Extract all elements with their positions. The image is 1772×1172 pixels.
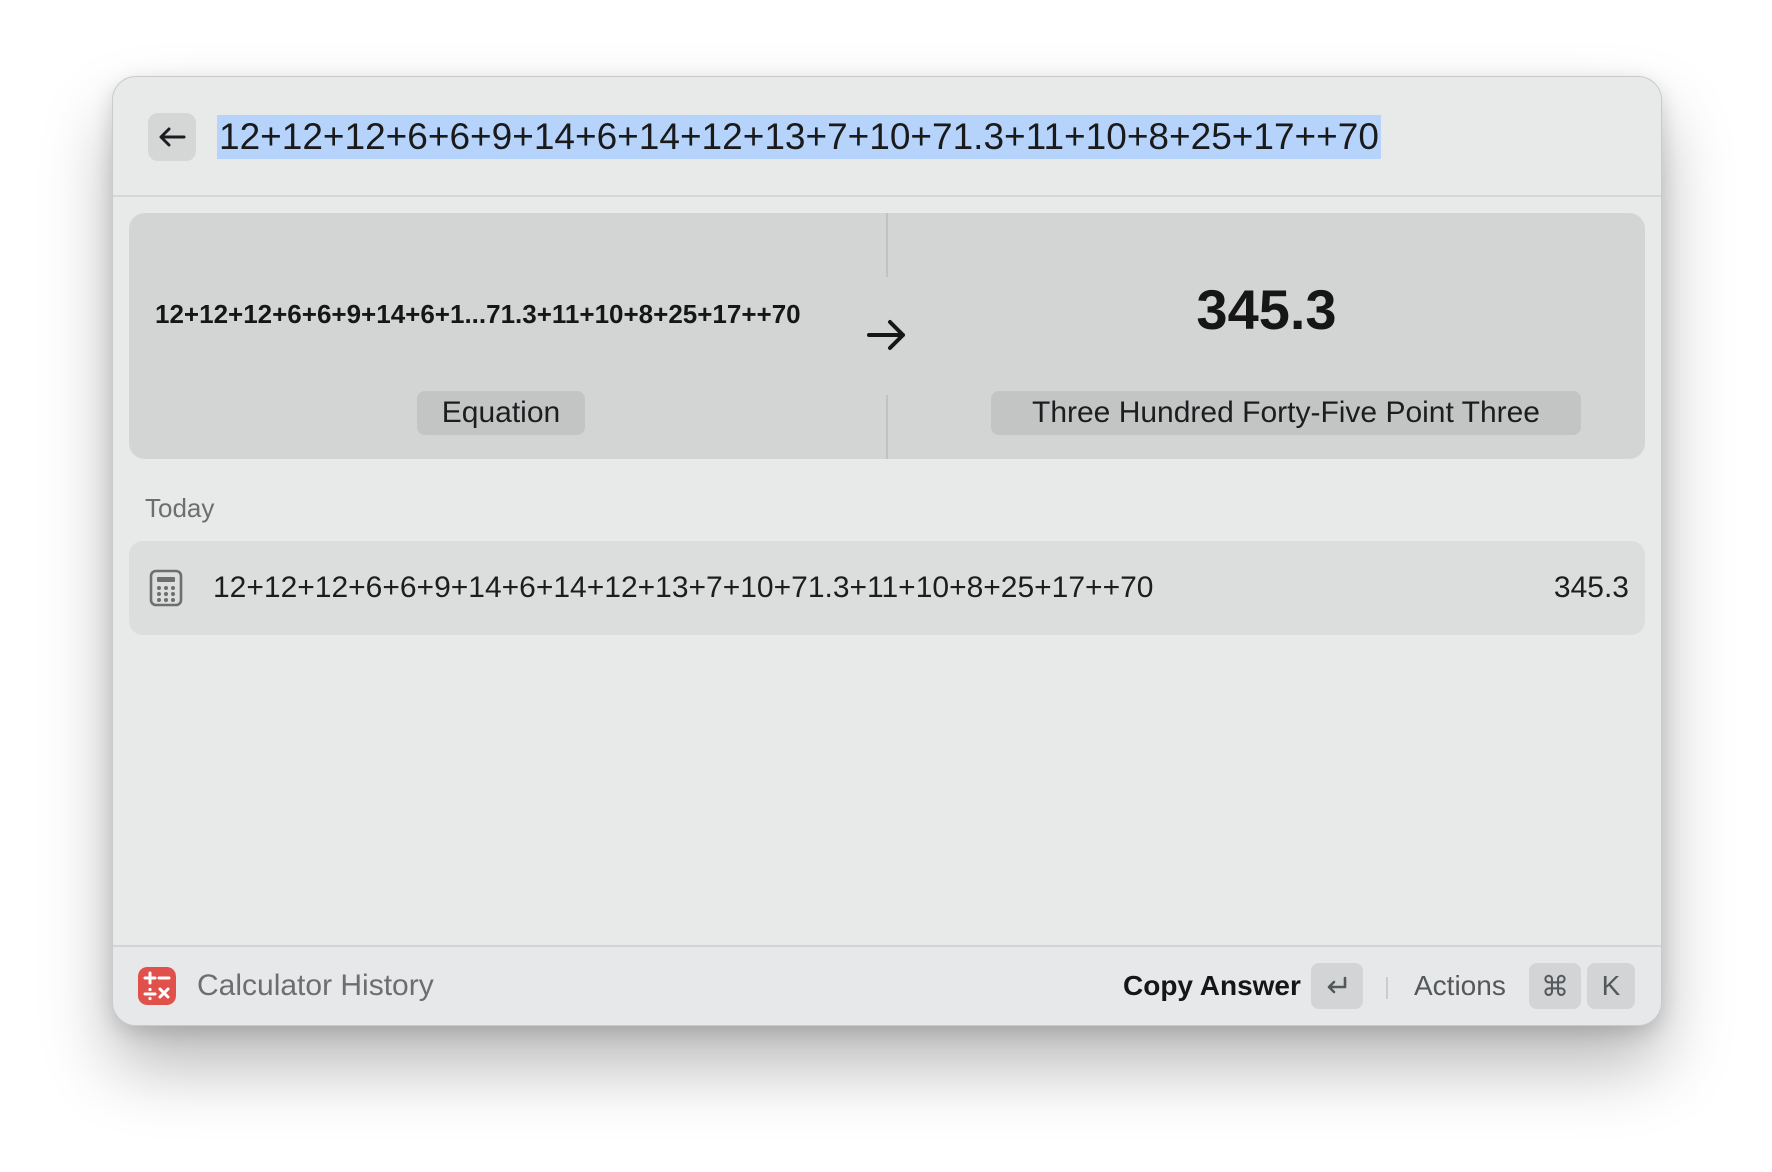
divider: [886, 213, 888, 277]
enter-key-icon[interactable]: [1311, 963, 1363, 1009]
history-item-value: 345.3: [1553, 571, 1629, 604]
calculator-app-icon: [138, 967, 176, 1005]
arrow-left-icon: [159, 127, 186, 147]
history-list-item[interactable]: 12+12+12+6+6+9+14+6+14+12+13+7+10+71.3+1…: [129, 541, 1645, 635]
equation-display: 12+12+12+6+6+9+14+6+1...71.3+11+10+8+25+…: [155, 299, 801, 329]
answer-display: 345.3: [1196, 278, 1337, 341]
calculator-result-card[interactable]: 12+12+12+6+6+9+14+6+1...71.3+11+10+8+25+…: [129, 213, 1645, 459]
command-key[interactable]: ⌘: [1529, 963, 1581, 1009]
copy-answer-button[interactable]: Copy Answer: [1123, 967, 1301, 1005]
k-key[interactable]: K: [1587, 963, 1635, 1009]
app-name-label: Calculator History: [197, 969, 434, 1002]
search-input-value[interactable]: 12+12+12+6+6+9+14+6+14+12+13+7+10+71.3+1…: [217, 115, 1381, 159]
search-input[interactable]: 12+12+12+6+6+9+14+6+14+12+13+7+10+71.3+1…: [217, 115, 1381, 159]
back-button[interactable]: [148, 113, 196, 161]
history-item-expression: 12+12+12+6+6+9+14+6+14+12+13+7+10+71.3+1…: [213, 571, 1154, 604]
return-icon: [1327, 976, 1347, 994]
divider: [886, 395, 888, 459]
search-bar: 12+12+12+6+6+9+14+6+14+12+13+7+10+71.3+1…: [113, 77, 1661, 197]
calculator-window: 12+12+12+6+6+9+14+6+14+12+13+7+10+71.3+1…: [112, 76, 1662, 1026]
answer-words-label: Three Hundred Forty-Five Point Three: [991, 391, 1581, 435]
calculator-icon: [149, 569, 183, 607]
equation-label: Equation: [417, 391, 585, 435]
actions-button[interactable]: Actions: [1414, 967, 1506, 1005]
action-bar: Calculator History Copy Answer Actions ⌘…: [113, 945, 1661, 1025]
divider: [1386, 977, 1388, 999]
section-title-today: Today: [145, 493, 215, 523]
